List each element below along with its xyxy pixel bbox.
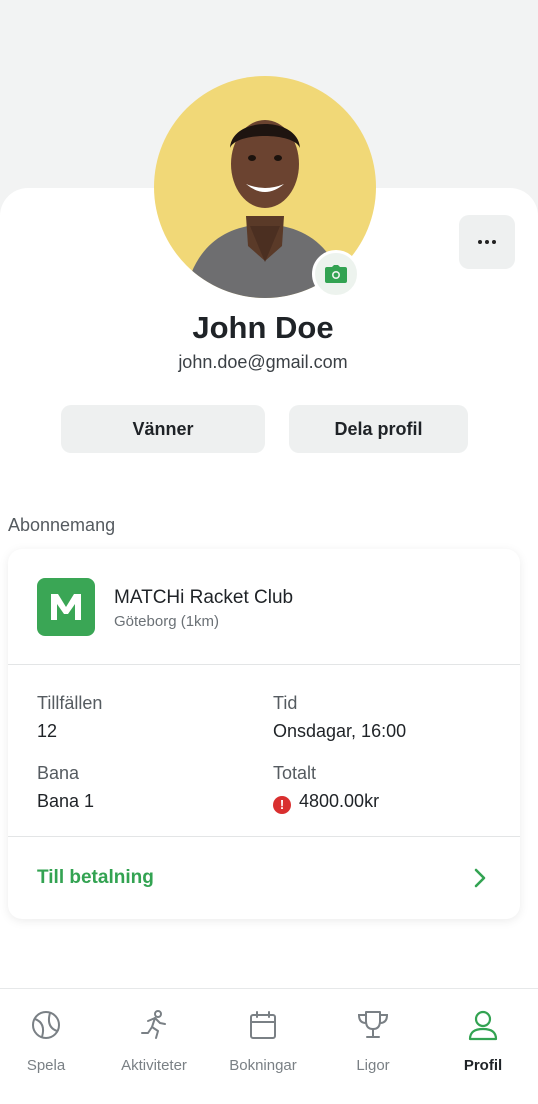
tab-spela[interactable]: Spela bbox=[0, 989, 100, 1104]
share-profile-button[interactable]: Dela profil bbox=[289, 405, 468, 453]
tab-profil[interactable]: Profil bbox=[429, 989, 537, 1104]
profile-email: john.doe@gmail.com bbox=[178, 352, 348, 372]
tennis-ball-icon bbox=[32, 1011, 60, 1039]
profile-name: John Doe bbox=[192, 310, 334, 345]
more-options-button[interactable] bbox=[459, 215, 515, 269]
bottom-tab-bar: Spela Aktiviteter Bokningar Ligor Profil bbox=[0, 988, 538, 1104]
more-dot bbox=[485, 240, 489, 244]
court-label: Bana bbox=[37, 763, 80, 783]
tab-ligor[interactable]: Ligor bbox=[319, 989, 427, 1104]
tab-label: Spela bbox=[26, 1057, 66, 1074]
subscription-section-label: Abonnemang bbox=[8, 515, 116, 535]
runner-icon bbox=[141, 1010, 166, 1039]
friends-button[interactable]: Vänner bbox=[61, 405, 265, 453]
card-divider bbox=[8, 664, 520, 665]
subscription-card: MATCHi Racket Club Göteborg (1km) Tillfä… bbox=[8, 549, 520, 919]
matchi-logo-icon bbox=[51, 594, 81, 620]
camera-icon bbox=[325, 265, 347, 283]
to-payment-link[interactable]: Till betalning bbox=[37, 867, 154, 889]
tab-label: Bokningar bbox=[229, 1057, 297, 1074]
more-dot bbox=[492, 240, 496, 244]
change-photo-button[interactable] bbox=[312, 250, 360, 298]
tab-label: Aktiviteter bbox=[121, 1057, 187, 1074]
calendar-icon bbox=[250, 1011, 276, 1039]
more-dots-icon bbox=[478, 240, 482, 244]
club-name[interactable]: MATCHi Racket Club bbox=[114, 587, 293, 609]
club-logo bbox=[37, 578, 95, 636]
total-value: 4800.00kr bbox=[299, 791, 380, 811]
tab-label: Profil bbox=[463, 1057, 503, 1074]
time-value: Onsdagar, 16:00 bbox=[273, 721, 407, 741]
occasions-value: 12 bbox=[37, 721, 58, 741]
card-divider bbox=[8, 836, 520, 837]
total-label: Totalt bbox=[273, 763, 317, 783]
tab-bokningar[interactable]: Bokningar bbox=[209, 989, 317, 1104]
total-row: ! 4800.00kr bbox=[273, 791, 379, 814]
court-value: Bana 1 bbox=[37, 791, 95, 811]
chevron-right-icon[interactable] bbox=[472, 867, 488, 889]
time-label: Tid bbox=[273, 693, 298, 713]
warning-icon: ! bbox=[273, 795, 291, 814]
trophy-icon bbox=[357, 1011, 389, 1038]
user-icon bbox=[468, 1010, 498, 1041]
tab-label: Ligor bbox=[356, 1057, 390, 1074]
occasions-label: Tillfällen bbox=[37, 693, 103, 713]
tab-aktiviteter[interactable]: Aktiviteter bbox=[100, 989, 208, 1104]
club-location: Göteborg (1km) bbox=[114, 613, 220, 630]
avatar-container bbox=[154, 76, 376, 298]
